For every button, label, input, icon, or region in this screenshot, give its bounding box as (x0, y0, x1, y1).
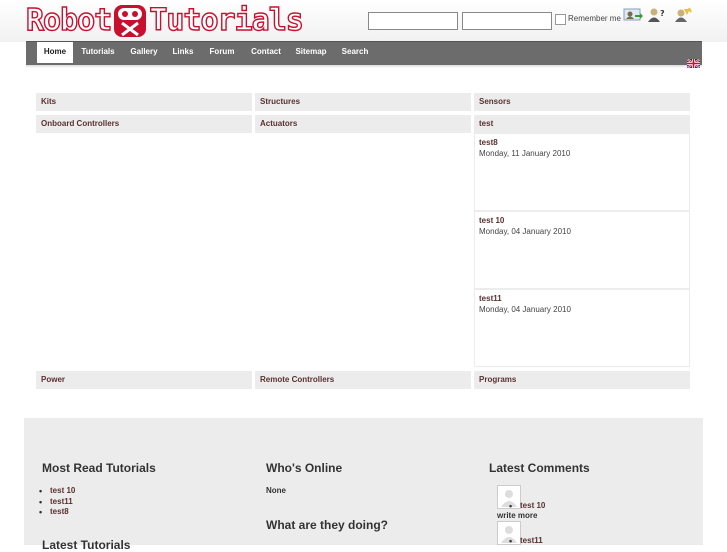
category-remote-controllers[interactable]: Remote Controllers (255, 371, 471, 389)
whos-online-text: None (266, 486, 286, 495)
nav-contact[interactable]: Contact (248, 42, 284, 62)
most-read-item[interactable]: test8 (39, 507, 69, 517)
comment-title[interactable]: test11 (509, 536, 543, 546)
category-test[interactable]: test (474, 115, 690, 133)
latest-comments-heading: Latest Comments (489, 461, 590, 475)
register-icon[interactable] (673, 7, 693, 23)
logo-word-robot: Robot (25, 2, 113, 38)
nav-sitemap[interactable]: Sitemap (293, 42, 329, 62)
password-input[interactable] (462, 12, 552, 30)
remember-me-checkbox[interactable] (555, 14, 566, 25)
most-read-item[interactable]: test 10 (39, 486, 76, 496)
username-input[interactable] (368, 12, 458, 30)
category-programs[interactable]: Programs (474, 371, 690, 389)
site-logo[interactable]: Robot Tutorials (25, 2, 305, 40)
news-title[interactable]: test8 (479, 138, 498, 147)
category-kits[interactable]: Kits (36, 93, 252, 111)
news-item: test8 Monday, 11 January 2010 (474, 133, 690, 211)
nav-shadow (26, 65, 702, 68)
svg-text:?: ? (660, 9, 665, 18)
news-item: test 10 Monday, 04 January 2010 (474, 211, 690, 289)
remember-me-label: Remember me (568, 14, 621, 23)
comment-title[interactable]: test 10 (509, 501, 546, 511)
nav-home[interactable]: Home (37, 42, 73, 63)
what-doing-heading: What are they doing? (266, 518, 389, 532)
most-read-heading: Most Read Tutorials (42, 461, 156, 475)
category-actuators[interactable]: Actuators (255, 115, 471, 133)
news-item: test11 Monday, 04 January 2010 (474, 289, 690, 367)
news-title[interactable]: test11 (479, 294, 502, 303)
nav-tutorials[interactable]: Tutorials (78, 42, 118, 62)
uk-flag-icon[interactable] (686, 55, 701, 69)
news-date: Monday, 04 January 2010 (479, 227, 571, 236)
category-power[interactable]: Power (36, 371, 252, 389)
nav-search[interactable]: Search (339, 42, 371, 62)
nav-gallery[interactable]: Gallery (126, 42, 162, 62)
forgot-password-icon[interactable]: ? (647, 7, 667, 23)
nav-forum[interactable]: Forum (207, 42, 237, 62)
logo-word-tutorials: Tutorials (149, 2, 305, 38)
news-date: Monday, 11 January 2010 (479, 149, 571, 158)
category-onboard-controllers[interactable]: Onboard Controllers (36, 115, 252, 133)
most-read-item[interactable]: test11 (39, 497, 73, 507)
footer: Most Read Tutorials test 10 test11 test8… (24, 418, 703, 552)
whos-online-heading: Who's Online (266, 461, 343, 475)
category-sensors[interactable]: Sensors (474, 93, 690, 111)
category-structures[interactable]: Structures (255, 93, 471, 111)
robot-logo-icon (112, 3, 148, 39)
login-icon[interactable] (623, 7, 643, 23)
comment-text: write more (497, 511, 538, 520)
nav-links[interactable]: Links (170, 42, 196, 62)
latest-tutorials-heading: Latest Tutorials (42, 538, 131, 552)
news-title[interactable]: test 10 (479, 216, 504, 225)
news-date: Monday, 04 January 2010 (479, 305, 571, 314)
main-nav: Home Tutorials Gallery Links Forum Conta… (26, 41, 702, 66)
